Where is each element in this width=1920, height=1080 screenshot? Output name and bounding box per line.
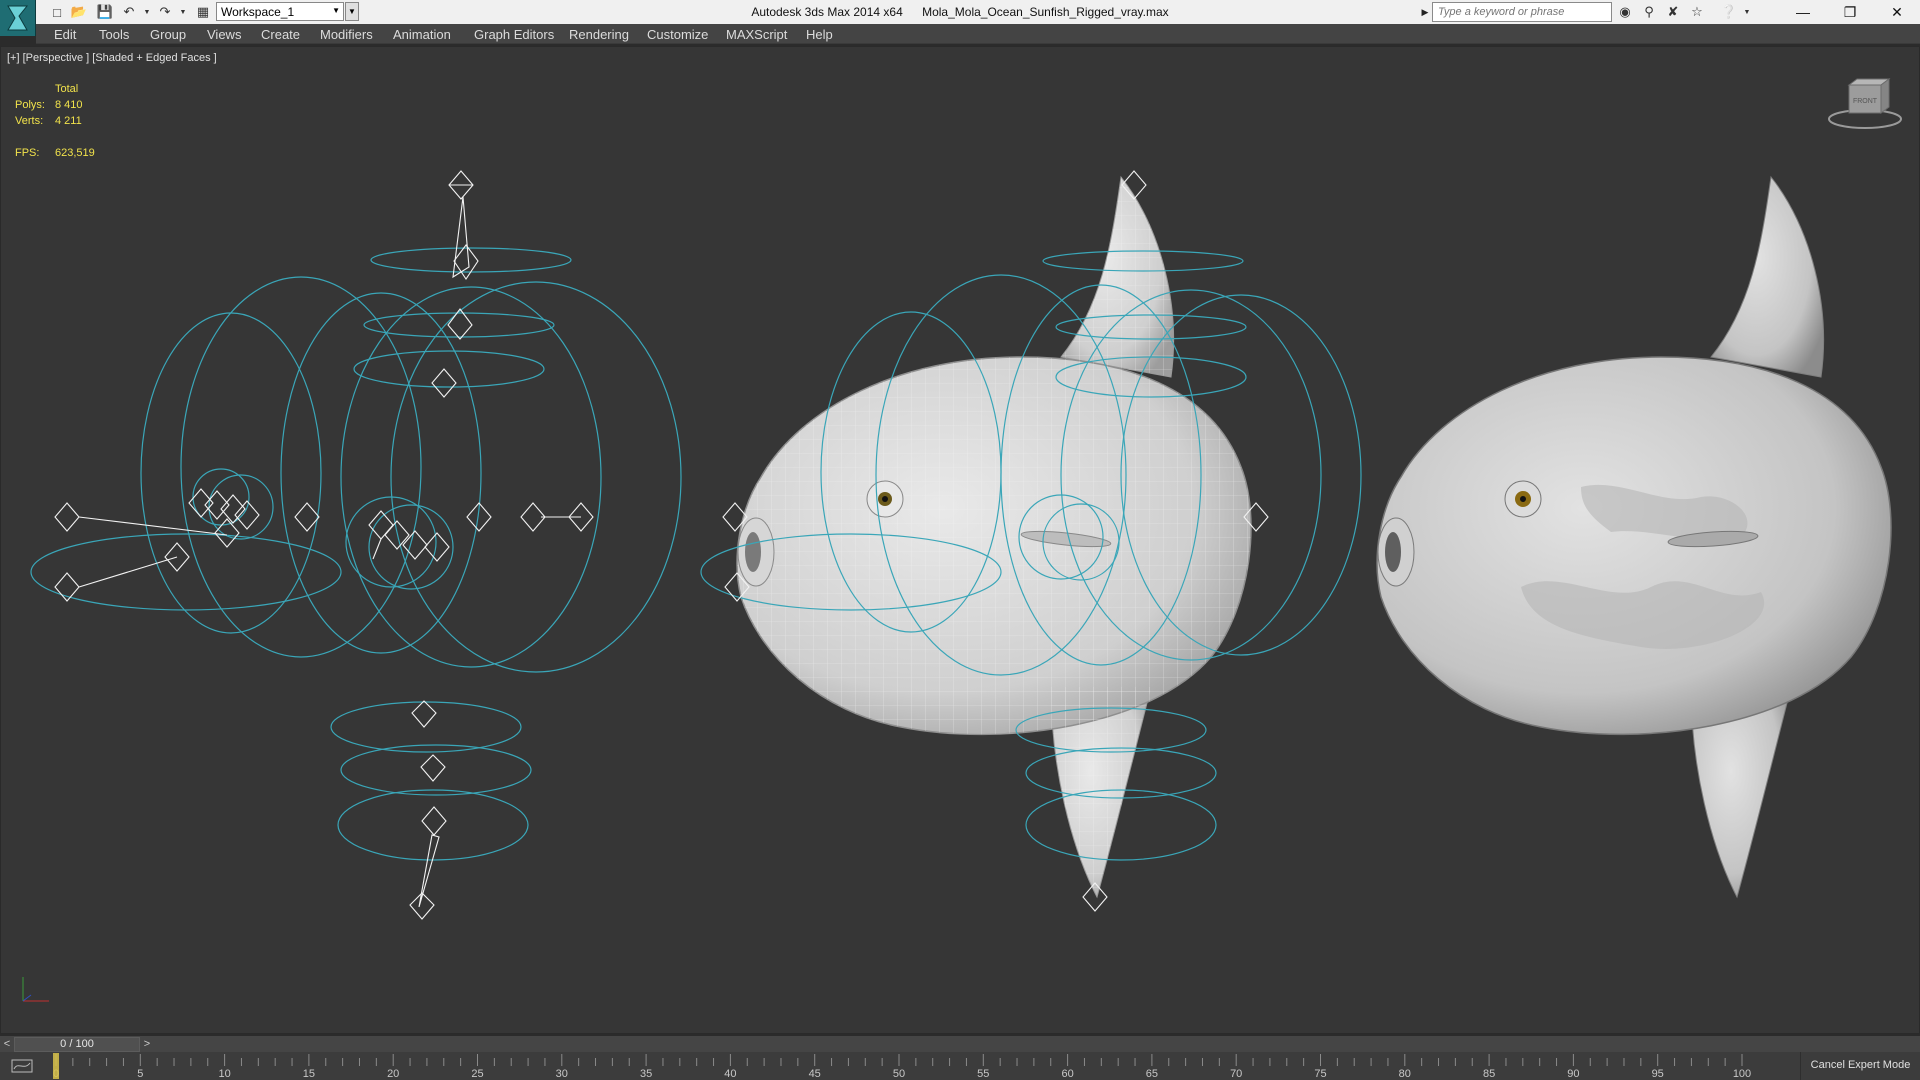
axis-tripod-icon xyxy=(22,977,49,1002)
ruler-tick-label: 45 xyxy=(809,1068,821,1080)
menu-edit[interactable]: Edit xyxy=(54,27,76,42)
open-file-icon[interactable]: 📂 xyxy=(70,3,88,21)
time-slider-next-button[interactable]: > xyxy=(140,1036,154,1053)
ruler-tick-label: 80 xyxy=(1399,1068,1411,1080)
current-frame-marker[interactable] xyxy=(53,1053,59,1079)
time-slider[interactable]: < 0 / 100 > xyxy=(0,1035,1920,1052)
ruler-tick-label: 35 xyxy=(640,1068,652,1080)
redo-dropdown-icon[interactable]: ▼ xyxy=(174,3,192,21)
menu-animation[interactable]: Animation xyxy=(393,27,451,42)
minimize-button[interactable]: — xyxy=(1780,0,1826,24)
workspace-value: Workspace_1 xyxy=(221,5,295,19)
redo-icon[interactable]: ↷ xyxy=(156,3,174,21)
quick-access-dropdown[interactable]: ▼ xyxy=(345,2,359,21)
sunfish-shaded-model[interactable] xyxy=(1376,175,1892,899)
menu-rendering[interactable]: Rendering xyxy=(569,27,629,42)
search-input[interactable] xyxy=(1432,2,1612,22)
restore-button[interactable]: ❐ xyxy=(1827,0,1873,24)
ruler-tick-label: 5 xyxy=(137,1068,143,1080)
project-folder-icon[interactable]: ▦ xyxy=(194,3,212,21)
menu-graph-editors[interactable]: Graph Editors xyxy=(474,27,554,42)
viewcube-label: FRONT xyxy=(1853,98,1878,105)
menu-maxscript[interactable]: MAXScript xyxy=(726,27,787,42)
bone-joints[interactable] xyxy=(54,170,594,920)
save-file-icon[interactable]: 💾 xyxy=(96,3,114,21)
time-slider-thumb[interactable]: 0 / 100 xyxy=(14,1037,140,1052)
time-slider-prev-button[interactable]: < xyxy=(0,1036,14,1053)
polys-label: Polys: xyxy=(15,99,45,111)
cancel-expert-mode-button[interactable]: Cancel Expert Mode xyxy=(1800,1052,1920,1080)
ruler-tick-label: 15 xyxy=(303,1068,315,1080)
help-dropdown-icon[interactable]: ▼ xyxy=(1738,3,1756,21)
ruler-tick-label: 40 xyxy=(724,1068,736,1080)
menu-bar: Edit Tools Group Views Create Modifiers … xyxy=(36,24,1920,44)
file-name: Mola_Mola_Ocean_Sunfish_Rigged_vray.max xyxy=(922,5,1169,19)
bone-rig[interactable] xyxy=(30,247,682,861)
ruler-tick-label: 30 xyxy=(556,1068,568,1080)
search-expand-icon[interactable]: ▶ xyxy=(1419,2,1431,22)
menu-help[interactable]: Help xyxy=(806,27,833,42)
viewport-scene: FRONT xyxy=(22,78,1902,1002)
ruler-tick-label: 65 xyxy=(1146,1068,1158,1080)
ruler-tick-label: 70 xyxy=(1230,1068,1242,1080)
track-bar[interactable]: 0510152025303540455055606570758085909510… xyxy=(0,1052,1920,1080)
title-bar: □ 📂 💾 ↶ ▼ ↷ ▼ ▦ Workspace_1 ▼ ▼ Autodesk… xyxy=(0,0,1920,36)
ruler-tick-label: 25 xyxy=(471,1068,483,1080)
track-bar-ruler[interactable]: 0510152025303540455055606570758085909510… xyxy=(0,1052,1800,1080)
viewport-label[interactable]: [+] [Perspective ] [Shaded + Edged Faces… xyxy=(7,52,217,64)
favorites-star-icon[interactable]: ☆ xyxy=(1688,3,1706,21)
menu-group[interactable]: Group xyxy=(150,27,186,42)
communication-icon[interactable]: ✘ xyxy=(1664,3,1682,21)
ruler-tick-label: 90 xyxy=(1567,1068,1579,1080)
binoculars-icon[interactable]: ◉ xyxy=(1616,3,1634,21)
menu-modifiers[interactable]: Modifiers xyxy=(320,27,373,42)
ruler-tick-label: 85 xyxy=(1483,1068,1495,1080)
sunfish-wireframe-model[interactable] xyxy=(700,170,1362,912)
verts-label: Verts: xyxy=(15,115,44,127)
menu-views[interactable]: Views xyxy=(207,27,241,42)
max-logo-icon xyxy=(7,5,29,31)
perspective-viewport[interactable]: FRONT [+] [Perspective ] [Shaded + Edged… xyxy=(0,46,1920,1034)
menu-create[interactable]: Create xyxy=(261,27,300,42)
workspace-select[interactable]: Workspace_1 ▼ xyxy=(216,2,344,21)
subscription-icon[interactable]: ⚲ xyxy=(1640,3,1658,21)
polys-value: 8 410 xyxy=(55,99,83,111)
viewport-statistics: Total Polys: 8 410 Verts: 4 211 FPS: 623,51… xyxy=(15,81,95,161)
help-icon[interactable]: ❔ xyxy=(1720,3,1738,21)
ruler-tick-label: 10 xyxy=(218,1068,230,1080)
ruler-tick-label: 55 xyxy=(977,1068,989,1080)
ruler-tick-label: 100 xyxy=(1733,1068,1751,1080)
viewcube-icon[interactable]: FRONT xyxy=(1828,78,1902,129)
menu-customize[interactable]: Customize xyxy=(647,27,708,42)
stats-header: Total xyxy=(55,83,79,95)
ruler-tick-label: 95 xyxy=(1652,1068,1664,1080)
close-button[interactable]: ✕ xyxy=(1874,0,1920,24)
fps-value: 623,519 xyxy=(55,147,95,159)
fps-label: FPS: xyxy=(15,147,40,159)
ruler-tick-label: 60 xyxy=(1061,1068,1073,1080)
undo-dropdown-icon[interactable]: ▼ xyxy=(138,3,156,21)
chevron-down-icon: ▼ xyxy=(332,6,340,15)
product-name: Autodesk 3ds Max 2014 x64 xyxy=(751,5,903,19)
ruler-tick-label: 20 xyxy=(387,1068,399,1080)
new-file-icon[interactable]: □ xyxy=(48,3,66,21)
app-menu-button[interactable] xyxy=(0,0,36,36)
undo-icon[interactable]: ↶ xyxy=(120,3,138,21)
verts-value: 4 211 xyxy=(55,115,82,127)
ruler-tick-label: 75 xyxy=(1314,1068,1326,1080)
menu-tools[interactable]: Tools xyxy=(99,27,129,42)
ruler-tick-label: 50 xyxy=(893,1068,905,1080)
